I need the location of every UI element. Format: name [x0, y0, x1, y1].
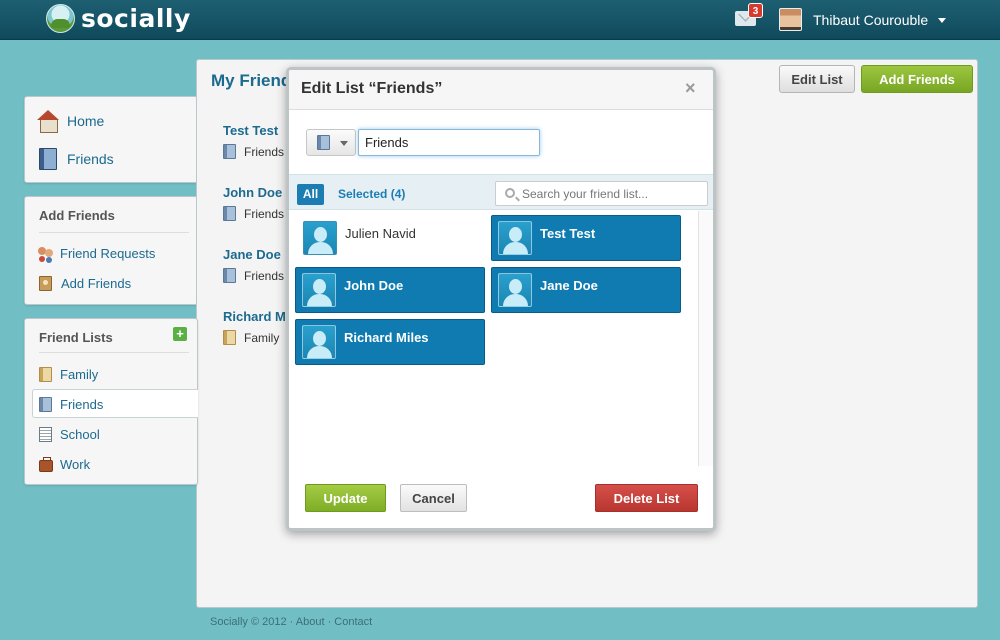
home-icon — [37, 110, 59, 133]
user-silhouette-icon — [302, 325, 336, 359]
sidebar-item-friend-requests[interactable]: Friend Requests — [38, 246, 155, 261]
blue-book-icon — [223, 206, 236, 221]
friend-search-box[interactable] — [495, 181, 708, 206]
list-name: Friends — [244, 144, 285, 159]
friend-tile[interactable]: Julien Navid — [296, 215, 486, 261]
user-silhouette-icon — [302, 273, 336, 307]
tan-book-icon — [223, 330, 236, 345]
sidebar-item-label: Friend Requests — [60, 246, 156, 261]
friend-tile-name: Test Test — [540, 226, 596, 241]
sidebar-item-family[interactable]: Family — [39, 367, 98, 382]
user-silhouette-icon — [498, 273, 532, 307]
dialog-footer: Update Cancel Delete List — [289, 466, 713, 528]
contact-book-icon — [39, 276, 52, 291]
dialog-title: Edit List “Friends” — [301, 80, 443, 97]
list-name-input[interactable] — [358, 129, 540, 156]
dialog-header: Edit List “Friends” × — [289, 70, 713, 110]
sidebar-item-label: Add Friends — [61, 276, 132, 291]
friend-entry: John Doe Friends — [223, 185, 284, 221]
sidebar-item-school[interactable]: School — [39, 427, 100, 442]
friend-tile[interactable]: Test Test — [491, 215, 681, 261]
footer-links[interactable]: Socially © 2012 · About · Contact — [210, 616, 372, 628]
tab-selected[interactable]: Selected (4) — [338, 187, 405, 201]
divider — [39, 232, 189, 233]
sidebar-item-label: School — [60, 427, 100, 442]
sidebar-item-add-friends[interactable]: Add Friends — [39, 276, 131, 291]
user-menu-caret-icon[interactable] — [938, 18, 946, 23]
blue-book-icon — [223, 268, 236, 283]
briefcase-icon — [39, 456, 53, 472]
friend-list-tag: Friends — [223, 206, 284, 221]
friend-name-link[interactable]: Test Test — [223, 123, 284, 138]
friend-list-tag: Friends — [223, 144, 284, 159]
friend-name-link[interactable]: Jane Doe — [223, 247, 284, 262]
user-menu-name[interactable]: Thibaut Courouble — [813, 12, 928, 28]
sidebar-item-label: Friends — [60, 397, 104, 412]
section-title: Friend Lists — [39, 330, 113, 345]
list-name: Friends — [244, 268, 285, 283]
friend-filter-bar: All Selected (4) — [289, 174, 713, 210]
sidebar-item-label: Home — [67, 113, 105, 129]
tan-book-icon — [39, 367, 52, 382]
friend-entry: Jane Doe Friends — [223, 247, 284, 283]
address-book-icon — [39, 148, 57, 170]
notebook-icon — [39, 427, 52, 442]
sidebar-item-label: Friends — [67, 151, 114, 167]
friend-tile-name: Jane Doe — [540, 278, 598, 293]
scrollbar[interactable] — [698, 211, 713, 466]
blue-book-icon — [223, 144, 236, 159]
blue-book-icon — [39, 397, 52, 412]
cancel-button[interactable]: Cancel — [400, 484, 467, 512]
list-icon-dropdown[interactable] — [306, 129, 356, 156]
tab-all[interactable]: All — [297, 184, 324, 205]
edit-list-button[interactable]: Edit List — [779, 65, 855, 93]
list-name: Family — [244, 330, 280, 345]
blue-book-icon — [317, 135, 330, 150]
logo-text: socially — [81, 4, 191, 33]
sidebar-add-friends: Add Friends Friend Requests Add Friends — [24, 196, 198, 305]
search-icon — [505, 188, 515, 198]
friend-name-link[interactable]: John Doe — [223, 185, 284, 200]
add-friends-button[interactable]: Add Friends — [861, 65, 973, 93]
sidebar-item-friends[interactable]: Friends — [39, 148, 114, 170]
search-input[interactable] — [522, 185, 702, 202]
section-title: Add Friends — [39, 208, 115, 223]
friend-tile[interactable]: Jane Doe — [491, 267, 681, 313]
delete-list-button[interactable]: Delete List — [595, 484, 698, 512]
sidebar-item-home[interactable]: Home — [37, 110, 105, 133]
top-navigation-bar: socially 3 Thibaut Courouble — [0, 0, 1000, 40]
logo-globe-icon — [46, 4, 75, 33]
sidebar-main-nav: Home Friends — [24, 96, 198, 183]
notification-badge: 3 — [748, 3, 763, 18]
divider — [39, 352, 189, 353]
sidebar-item-label: Work — [60, 457, 91, 472]
friend-tile-name: Richard Miles — [344, 330, 429, 345]
sidebar-item-work[interactable]: Work — [39, 456, 91, 472]
logo[interactable]: socially — [46, 4, 191, 33]
chevron-down-icon — [340, 141, 348, 146]
list-name: Friends — [244, 206, 285, 221]
friend-list-tag: Friends — [223, 268, 284, 283]
people-icon — [38, 246, 54, 261]
edit-list-dialog: Edit List “Friends” × All Selected (4) J… — [286, 67, 716, 531]
friend-tile-name: John Doe — [344, 278, 404, 293]
close-icon[interactable]: × — [685, 78, 696, 99]
avatar[interactable] — [779, 8, 802, 31]
add-list-button[interactable]: + — [173, 327, 187, 341]
user-silhouette-icon — [498, 221, 532, 255]
friend-tile[interactable]: John Doe — [295, 267, 485, 313]
sidebar-item-friends-list[interactable]: Friends — [39, 397, 103, 412]
update-button[interactable]: Update — [305, 484, 386, 512]
friend-tile-name: Julien Navid — [345, 226, 416, 241]
user-silhouette-icon — [303, 221, 337, 255]
sidebar-item-label: Family — [60, 367, 99, 382]
friend-tile[interactable]: Richard Miles — [295, 319, 485, 365]
friend-entry: Test Test Friends — [223, 123, 284, 159]
